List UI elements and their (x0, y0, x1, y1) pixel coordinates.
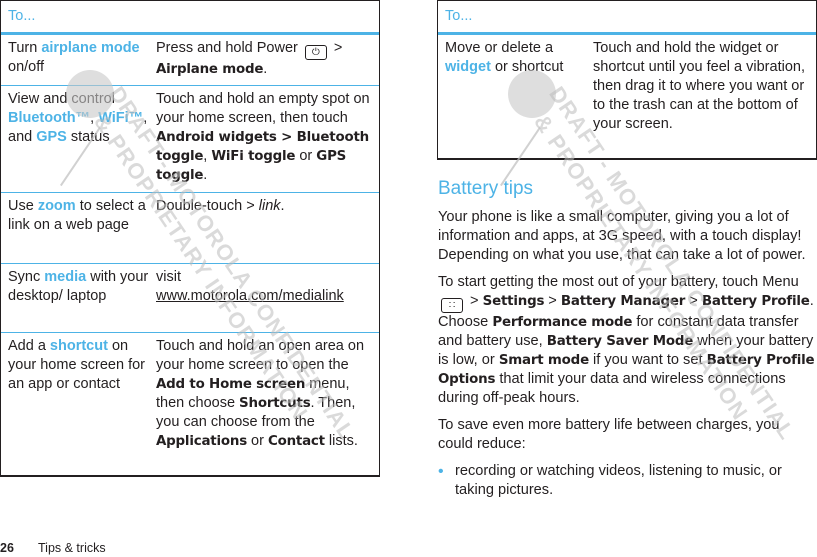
action-text: or (295, 148, 317, 164)
action-text: Touch and hold an open area on your home… (156, 338, 365, 373)
action-bold: Add to Home screen (156, 377, 306, 392)
table-header: To... (1, 1, 379, 35)
task-keyword: widget (445, 59, 491, 75)
bullet-icon: • (438, 463, 444, 480)
task-cell: Use zoom to select a link on a web page (1, 193, 154, 263)
battery-tips-section: Battery tips Your phone is like a small … (438, 176, 817, 500)
action-bold: Contact (267, 434, 325, 449)
action-cell: Touch and hold the widget or shortcut un… (591, 35, 816, 157)
text: > (544, 293, 561, 309)
text: To start getting the most out of your ba… (438, 274, 799, 290)
task-keyword: Bluetooth™ (8, 110, 91, 126)
text: > (685, 293, 702, 309)
paragraph: Your phone is like a small computer, giv… (438, 209, 806, 263)
action-bold: Airplane mode (156, 62, 264, 77)
table-row: Turn airplane mode on/off Press and hold… (1, 35, 379, 86)
bold-text: Performance mode (492, 315, 633, 330)
task-cell: View and control Bluetooth™, WiFi™, and … (1, 86, 154, 192)
action-bold: Applications (156, 434, 247, 449)
task-keyword: GPS (36, 129, 67, 145)
table-row: Move or delete a widget or shortcut Touc… (438, 35, 816, 157)
task-text: Sync (8, 269, 45, 285)
page-number: 26 (0, 541, 14, 555)
task-keyword: shortcut (49, 338, 108, 354)
task-cell: Move or delete a widget or shortcut (438, 35, 591, 157)
action-text: Double-touch > (156, 198, 259, 214)
action-text: . (280, 198, 285, 214)
bold-text: Battery Saver Mode (546, 334, 694, 349)
table-row: View and control Bluetooth™, WiFi™, and … (1, 86, 379, 193)
task-text: Turn (8, 40, 42, 56)
task-cell: Turn airplane mode on/off (1, 35, 154, 85)
tips-table-right: To... Move or delete a widget or shortcu… (437, 0, 817, 160)
text: > (466, 293, 483, 309)
action-italic: link (258, 198, 281, 214)
table-row: Sync media with your desktop/ laptop vis… (1, 264, 379, 333)
bold-text: Smart mode (498, 353, 589, 368)
task-text: Use (8, 198, 38, 214)
page-footer: 26 Tips & tricks (0, 541, 106, 555)
text: if you want to set (588, 352, 707, 368)
action-cell: Touch and hold an empty spot on your hom… (154, 86, 379, 192)
task-text: View and control (8, 91, 115, 107)
action-text: or (246, 433, 268, 449)
task-cell: Sync media with your desktop/ laptop (1, 264, 154, 332)
table-row: Use zoom to select a link on a web page … (1, 193, 379, 264)
action-text: . (263, 61, 268, 77)
action-text: > (329, 40, 343, 56)
section-name: Tips & tricks (38, 541, 106, 555)
section-title: Battery tips (438, 178, 534, 199)
action-text: visit (156, 269, 181, 285)
paragraph: To save even more battery life between c… (438, 417, 780, 452)
list-item-text: recording or watching videos, listening … (455, 463, 782, 498)
task-text: on/off (8, 59, 45, 75)
action-cell: Double-touch > link. (154, 193, 379, 263)
table-row: Add a shortcut on your home screen for a… (1, 333, 379, 475)
task-text: , (90, 110, 99, 126)
action-bold: WiFi toggle (211, 149, 296, 164)
action-text: Touch and hold an empty spot on your hom… (156, 91, 370, 126)
task-text: Move or delete a (445, 40, 554, 56)
action-cell: Press and hold Power ⏻ > Airplane mode. (154, 35, 379, 85)
bold-text: Settings (482, 294, 545, 309)
action-text: Touch and hold the widget or shortcut un… (593, 40, 805, 132)
action-text: . (203, 167, 208, 183)
list-item: • recording or watching videos, listenin… (438, 462, 817, 500)
action-cell: visit www.motorola.com/medialink (154, 264, 379, 332)
medialink-url[interactable]: www.motorola.com/medialink (156, 288, 344, 304)
task-keyword: zoom (37, 198, 76, 214)
task-cell: Add a shortcut on your home screen for a… (1, 333, 154, 475)
action-text: lists. (324, 433, 358, 449)
task-keyword: airplane mode (41, 40, 140, 56)
bold-text: Battery Manager (560, 294, 686, 309)
tips-table-left: To... Turn airplane mode on/off Press an… (0, 0, 380, 477)
table-header: To... (438, 1, 816, 35)
bold-text: Battery Profile (701, 294, 810, 309)
action-bold: Shortcuts (239, 396, 311, 411)
task-text: Add a (8, 338, 50, 354)
menu-key-icon: ∷ (441, 298, 463, 313)
power-key-icon: ⏻ (304, 45, 327, 60)
task-keyword: WiFi™ (98, 110, 144, 126)
action-text: Press and hold Power (156, 40, 302, 56)
action-cell: Touch and hold an open area on your home… (154, 333, 379, 475)
task-keyword: media (44, 269, 87, 285)
task-text: or shortcut (490, 59, 564, 75)
paragraph: To start getting the most out of your ba… (438, 273, 817, 408)
